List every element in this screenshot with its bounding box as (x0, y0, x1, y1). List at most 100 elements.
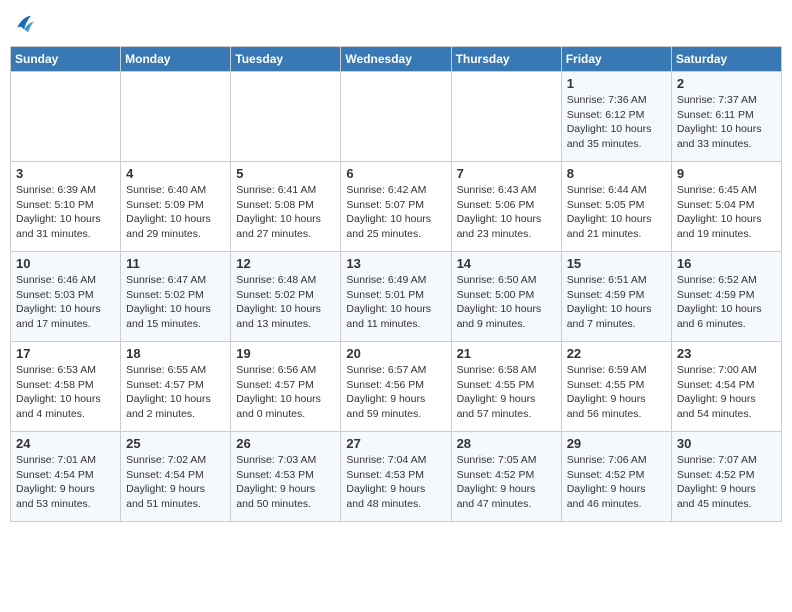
day-info: Sunrise: 6:56 AM Sunset: 4:57 PM Dayligh… (236, 363, 335, 422)
day-info: Sunrise: 6:51 AM Sunset: 4:59 PM Dayligh… (567, 273, 666, 332)
day-info: Sunrise: 7:04 AM Sunset: 4:53 PM Dayligh… (346, 453, 445, 512)
day-number: 26 (236, 436, 335, 451)
day-number: 2 (677, 76, 776, 91)
calendar-cell: 3 Sunrise: 6:39 AM Sunset: 5:10 PM Daylig… (11, 162, 121, 252)
day-number: 19 (236, 346, 335, 361)
weekday-header-sunday: Sunday (11, 47, 121, 72)
day-number: 18 (126, 346, 225, 361)
day-number: 23 (677, 346, 776, 361)
calendar-cell: 20 Sunrise: 6:57 AM Sunset: 4:56 PM Dayli… (341, 342, 451, 432)
calendar-cell: 19 Sunrise: 6:56 AM Sunset: 4:57 PM Dayli… (231, 342, 341, 432)
calendar-cell: 5Sunrise: 6:41 AM Sunset: 5:08 PM Daylig… (231, 162, 341, 252)
day-info: Sunrise: 6:47 AM Sunset: 5:02 PM Dayligh… (126, 273, 225, 332)
day-info: Sunrise: 7:01 AM Sunset: 4:54 PM Dayligh… (16, 453, 115, 512)
day-number: 5 (236, 166, 335, 181)
day-info: Sunrise: 6:43 AM Sunset: 5:06 PM Dayligh… (457, 183, 556, 242)
day-number: 1 (567, 76, 666, 91)
day-info: Sunrise: 6:46 AM Sunset: 5:03 PM Dayligh… (16, 273, 115, 332)
day-info: Sunrise: 6:44 AM Sunset: 5:05 PM Dayligh… (567, 183, 666, 242)
calendar-cell: 22 Sunrise: 6:59 AM Sunset: 4:55 PM Dayli… (561, 342, 671, 432)
day-number: 6 (346, 166, 445, 181)
day-info: Sunrise: 7:07 AM Sunset: 4:52 PM Dayligh… (677, 453, 776, 512)
day-number: 13 (346, 256, 445, 271)
day-info: Sunrise: 7:36 AM Sunset: 6:12 PM Dayligh… (567, 93, 666, 152)
weekday-header-friday: Friday (561, 47, 671, 72)
day-number: 30 (677, 436, 776, 451)
day-info: Sunrise: 6:48 AM Sunset: 5:02 PM Dayligh… (236, 273, 335, 332)
weekday-header-saturday: Saturday (671, 47, 781, 72)
day-info: Sunrise: 6:55 AM Sunset: 4:57 PM Dayligh… (126, 363, 225, 422)
day-number: 25 (126, 436, 225, 451)
calendar-cell: 30 Sunrise: 7:07 AM Sunset: 4:52 PM Dayli… (671, 432, 781, 522)
calendar-week-5: 24 Sunrise: 7:01 AM Sunset: 4:54 PM Dayli… (11, 432, 782, 522)
calendar-cell: 21 Sunrise: 6:58 AM Sunset: 4:55 PM Dayli… (451, 342, 561, 432)
day-number: 17 (16, 346, 115, 361)
weekday-header-monday: Monday (121, 47, 231, 72)
calendar-cell: 29 Sunrise: 7:06 AM Sunset: 4:52 PM Dayli… (561, 432, 671, 522)
day-number: 27 (346, 436, 445, 451)
day-number: 20 (346, 346, 445, 361)
calendar-cell: 14Sunrise: 6:50 AM Sunset: 5:00 PM Dayli… (451, 252, 561, 342)
calendar-cell (11, 72, 121, 162)
day-number: 21 (457, 346, 556, 361)
calendar-table: SundayMondayTuesdayWednesdayThursdayFrid… (10, 46, 782, 522)
weekday-header-thursday: Thursday (451, 47, 561, 72)
weekday-header-tuesday: Tuesday (231, 47, 341, 72)
day-info: Sunrise: 6:58 AM Sunset: 4:55 PM Dayligh… (457, 363, 556, 422)
day-number: 14 (457, 256, 556, 271)
day-number: 11 (126, 256, 225, 271)
calendar-cell: 26 Sunrise: 7:03 AM Sunset: 4:53 PM Dayli… (231, 432, 341, 522)
calendar-cell: 18 Sunrise: 6:55 AM Sunset: 4:57 PM Dayli… (121, 342, 231, 432)
day-info: Sunrise: 6:45 AM Sunset: 5:04 PM Dayligh… (677, 183, 776, 242)
calendar-body: 1 Sunrise: 7:36 AM Sunset: 6:12 PM Daylig… (11, 72, 782, 522)
weekday-header-row: SundayMondayTuesdayWednesdayThursdayFrid… (11, 47, 782, 72)
calendar-cell: 1 Sunrise: 7:36 AM Sunset: 6:12 PM Daylig… (561, 72, 671, 162)
calendar-cell (451, 72, 561, 162)
calendar-week-2: 3 Sunrise: 6:39 AM Sunset: 5:10 PM Daylig… (11, 162, 782, 252)
day-info: Sunrise: 6:59 AM Sunset: 4:55 PM Dayligh… (567, 363, 666, 422)
day-info: Sunrise: 6:49 AM Sunset: 5:01 PM Dayligh… (346, 273, 445, 332)
calendar-cell: 23 Sunrise: 7:00 AM Sunset: 4:54 PM Dayli… (671, 342, 781, 432)
day-number: 7 (457, 166, 556, 181)
day-info: Sunrise: 6:52 AM Sunset: 4:59 PM Dayligh… (677, 273, 776, 332)
day-number: 29 (567, 436, 666, 451)
day-info: Sunrise: 6:53 AM Sunset: 4:58 PM Dayligh… (16, 363, 115, 422)
calendar-cell: 7 Sunrise: 6:43 AM Sunset: 5:06 PM Daylig… (451, 162, 561, 252)
calendar-cell: 10 Sunrise: 6:46 AM Sunset: 5:03 PM Dayli… (11, 252, 121, 342)
day-number: 16 (677, 256, 776, 271)
day-info: Sunrise: 6:39 AM Sunset: 5:10 PM Dayligh… (16, 183, 115, 242)
calendar-week-4: 17 Sunrise: 6:53 AM Sunset: 4:58 PM Dayli… (11, 342, 782, 432)
calendar-cell: 25 Sunrise: 7:02 AM Sunset: 4:54 PM Dayli… (121, 432, 231, 522)
day-info: Sunrise: 6:40 AM Sunset: 5:09 PM Dayligh… (126, 183, 225, 242)
day-number: 24 (16, 436, 115, 451)
day-number: 15 (567, 256, 666, 271)
day-info: Sunrise: 7:02 AM Sunset: 4:54 PM Dayligh… (126, 453, 225, 512)
calendar-cell: 11 Sunrise: 6:47 AM Sunset: 5:02 PM Dayli… (121, 252, 231, 342)
weekday-header-wednesday: Wednesday (341, 47, 451, 72)
calendar-cell: 13 Sunrise: 6:49 AM Sunset: 5:01 PM Dayli… (341, 252, 451, 342)
day-info: Sunrise: 7:06 AM Sunset: 4:52 PM Dayligh… (567, 453, 666, 512)
calendar-cell: 24 Sunrise: 7:01 AM Sunset: 4:54 PM Dayli… (11, 432, 121, 522)
calendar-cell (121, 72, 231, 162)
calendar-cell: 12 Sunrise: 6:48 AM Sunset: 5:02 PM Dayli… (231, 252, 341, 342)
day-number: 3 (16, 166, 115, 181)
day-number: 22 (567, 346, 666, 361)
calendar-cell: 2Sunrise: 7:37 AM Sunset: 6:11 PM Daylig… (671, 72, 781, 162)
calendar-header: SundayMondayTuesdayWednesdayThursdayFrid… (11, 47, 782, 72)
day-info: Sunrise: 7:00 AM Sunset: 4:54 PM Dayligh… (677, 363, 776, 422)
calendar-week-1: 1 Sunrise: 7:36 AM Sunset: 6:12 PM Daylig… (11, 72, 782, 162)
day-number: 10 (16, 256, 115, 271)
day-number: 4 (126, 166, 225, 181)
calendar-cell (341, 72, 451, 162)
calendar-cell: 9Sunrise: 6:45 AM Sunset: 5:04 PM Daylig… (671, 162, 781, 252)
page-header (10, 10, 782, 38)
calendar-cell: 6 Sunrise: 6:42 AM Sunset: 5:07 PM Daylig… (341, 162, 451, 252)
day-number: 12 (236, 256, 335, 271)
day-info: Sunrise: 6:42 AM Sunset: 5:07 PM Dayligh… (346, 183, 445, 242)
logo-bird-icon (10, 10, 38, 38)
day-info: Sunrise: 6:57 AM Sunset: 4:56 PM Dayligh… (346, 363, 445, 422)
calendar-cell: 8Sunrise: 6:44 AM Sunset: 5:05 PM Daylig… (561, 162, 671, 252)
day-info: Sunrise: 7:03 AM Sunset: 4:53 PM Dayligh… (236, 453, 335, 512)
calendar-cell: 16 Sunrise: 6:52 AM Sunset: 4:59 PM Dayli… (671, 252, 781, 342)
calendar-cell: 27 Sunrise: 7:04 AM Sunset: 4:53 PM Dayli… (341, 432, 451, 522)
